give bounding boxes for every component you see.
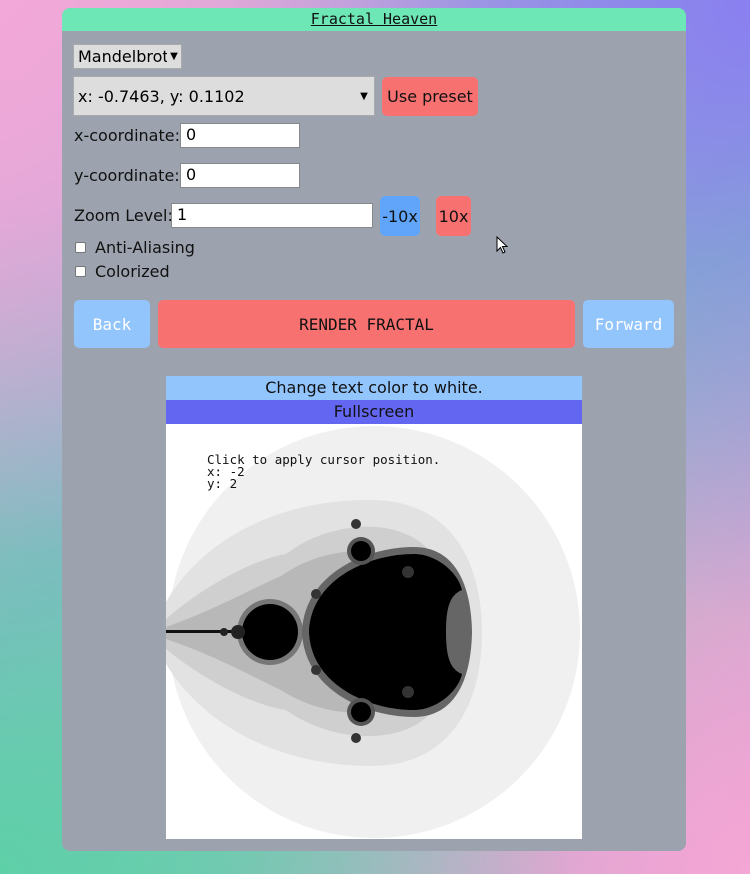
colorized-checkbox[interactable] — [75, 266, 86, 277]
fractal-canvas[interactable]: Click to apply cursor position. x: -2 y:… — [166, 424, 582, 839]
y-coordinate-input[interactable]: 0 — [180, 163, 300, 188]
cursor-y-value: y: 2 — [207, 476, 238, 491]
preset-value: x: -0.7463, y: 0.1102 — [78, 86, 245, 106]
render-fractal-button[interactable]: RENDER FRACTAL — [158, 300, 575, 348]
fractal-type-value: Mandelbrot — [78, 47, 167, 66]
x-coordinate-input[interactable]: 0 — [180, 123, 300, 148]
zoom-level-input[interactable]: 1 — [171, 203, 373, 228]
preset-select[interactable]: x: -0.7463, y: 0.1102 ▼ — [73, 76, 375, 116]
chevron-down-icon: ▼ — [360, 90, 368, 102]
zoom-out-button[interactable]: -10x — [380, 196, 420, 236]
fractal-type-select[interactable]: Mandelbrot ▼ — [73, 44, 182, 69]
text-color-toggle-button[interactable]: Change text color to white. — [166, 376, 582, 400]
app-title: Fractal Heaven — [62, 8, 686, 31]
back-button[interactable]: Back — [74, 300, 150, 348]
colorized-label: Colorized — [95, 262, 170, 281]
forward-button[interactable]: Forward — [583, 300, 674, 348]
chevron-down-icon: ▼ — [170, 51, 178, 62]
y-coordinate-label: y-coordinate: — [74, 166, 180, 185]
zoom-in-button[interactable]: 10x — [436, 196, 471, 236]
fullscreen-button[interactable]: Fullscreen — [166, 400, 582, 424]
use-preset-button[interactable]: Use preset — [382, 77, 478, 116]
app-panel: Fractal Heaven Mandelbrot ▼ x: -0.7463, … — [62, 8, 686, 851]
cursor-position-readout: Click to apply cursor position. x: -2 y:… — [207, 453, 440, 491]
anti-aliasing-label: Anti-Aliasing — [95, 238, 195, 257]
anti-aliasing-checkbox[interactable] — [75, 242, 86, 253]
x-coordinate-label: x-coordinate: — [74, 126, 180, 145]
mouse-pointer-icon — [496, 236, 508, 254]
zoom-level-label: Zoom Level: — [74, 206, 173, 225]
fractal-viewer: Change text color to white. Fullscreen C… — [166, 376, 582, 839]
